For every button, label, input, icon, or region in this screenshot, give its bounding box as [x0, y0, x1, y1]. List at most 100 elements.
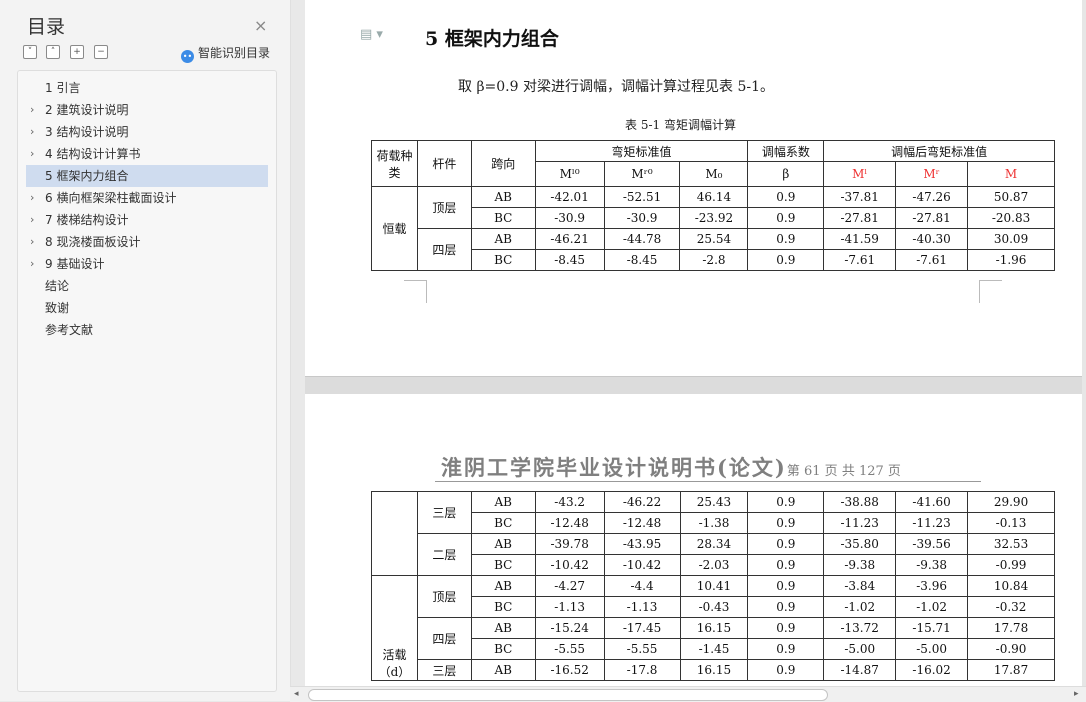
- table-row: BC -30.9 -30.9 -23.92 0.9 -27.81 -27.81 -20.83: [372, 207, 1055, 229]
- span-cell: AB: [470, 491, 536, 513]
- moment-table: 荷载种类 杆件 跨向 弯矩标准值 调幅系数 调幅后弯矩标准值 Mˡ⁰ Mʳ⁰ M₀ β Mˡ Mʳ M 恒…: [371, 140, 1055, 271]
- table-cell: 0.9: [747, 228, 825, 250]
- table-cell: -4.4: [603, 575, 681, 597]
- toc-item[interactable]: › 8 现浇楼面板设计: [26, 231, 268, 253]
- load-type-cell: [371, 491, 418, 576]
- toc-item[interactable]: 1 引言: [26, 77, 268, 99]
- table-cell: 0.9: [747, 491, 825, 513]
- toc-item-label: 5 框架内力组合: [45, 169, 129, 183]
- horizontal-scrollbar[interactable]: ◂ ▸: [290, 686, 1086, 702]
- chevron-right-icon[interactable]: ›: [30, 231, 34, 253]
- table-cell: -20.83: [967, 207, 1055, 229]
- toc-item-label: 3 结构设计说明: [45, 125, 129, 139]
- table-row: 四层 AB -15.24 -17.45 16.15 0.9 -13.72 -15.71 17.7…: [372, 617, 1055, 660]
- add-entry-icon[interactable]: +: [70, 45, 84, 59]
- toc-item-label: 9 基础设计: [45, 257, 105, 271]
- toc-sidebar: 目录 × ˅ ˄ + − •• 智能识别目录 1 引言 › 2 建筑设计说明 › 3 结构…: [0, 0, 291, 701]
- member-cell: 三层: [416, 659, 472, 681]
- column-header: 荷载种类: [371, 140, 418, 187]
- table-row: 三层 AB -16.52 -17.8 16.15 0.9 -14.87 -16.02 17.87: [372, 659, 1055, 681]
- table-cell: -1.02: [823, 596, 897, 618]
- chevron-right-icon[interactable]: ›: [30, 121, 34, 143]
- page-header: 淮阴工学院毕业设计说明书(论文)第 61 页 共 127 页: [441, 452, 901, 482]
- table-cell: 10.41: [679, 575, 749, 597]
- table-cell: -23.92: [679, 207, 749, 229]
- scrollbar-thumb[interactable]: [308, 689, 828, 701]
- scroll-right-icon[interactable]: ▸: [1074, 687, 1079, 702]
- vertical-scrollbar[interactable]: [1082, 0, 1086, 686]
- column-header: 弯矩标准值: [534, 140, 749, 162]
- table-row: BC -10.42 -10.42 -2.03 0.9 -9.38 -9.38 -0.99: [372, 554, 1055, 576]
- chevron-right-icon[interactable]: ›: [30, 99, 34, 121]
- chevron-right-icon[interactable]: ›: [30, 209, 34, 231]
- load-type-cell: 活载（d）: [371, 575, 418, 681]
- toc-item[interactable]: 结论: [26, 275, 268, 297]
- toc-item[interactable]: › 6 横向框架梁柱截面设计: [26, 187, 268, 209]
- table-cell: 16.15: [679, 617, 749, 639]
- table-cell: -17.8: [603, 659, 681, 681]
- column-subheader: β: [747, 161, 825, 187]
- member-cell: 三层: [416, 491, 472, 534]
- table-cell: -1.02: [895, 596, 969, 618]
- toc-item[interactable]: 5 框架内力组合: [26, 165, 268, 187]
- member-cell: 顶层: [416, 186, 472, 229]
- expand-all-icon[interactable]: ˅: [23, 45, 37, 59]
- moment-table-continued: 三层 AB -43.2 -46.22 25.43 0.9 -38.88 -41.60 29.90…: [371, 491, 1055, 681]
- table-cell: 32.53: [967, 533, 1055, 555]
- toc-item[interactable]: › 3 结构设计说明: [26, 121, 268, 143]
- toc-item[interactable]: › 9 基础设计: [26, 253, 268, 275]
- body-paragraph: 取 β=0.9 对梁进行调幅，调幅计算过程见表 5-1。: [458, 79, 774, 95]
- table-cell: -41.59: [823, 228, 897, 250]
- table-cell: -5.55: [603, 638, 681, 660]
- table-cell: 50.87: [967, 186, 1055, 208]
- table-cell: -35.80: [823, 533, 897, 555]
- table-cell: -0.13: [967, 512, 1055, 534]
- table-cell: 0.9: [747, 512, 825, 534]
- collapse-all-icon[interactable]: ˄: [46, 45, 60, 59]
- span-cell: BC: [470, 638, 536, 660]
- column-subheader: Mʳ: [895, 161, 969, 187]
- toc-item[interactable]: › 2 建筑设计说明: [26, 99, 268, 121]
- table-cell: 10.84: [967, 575, 1055, 597]
- table-cell: -15.71: [895, 617, 969, 639]
- chevron-right-icon[interactable]: ›: [30, 253, 34, 275]
- table-cell: -5.55: [534, 638, 605, 660]
- document-page: 淮阴工学院毕业设计说明书(论文)第 61 页 共 127 页 三层 AB -43.2…: [305, 394, 1086, 686]
- table-cell: -13.72: [823, 617, 897, 639]
- table-cell: -39.56: [895, 533, 969, 555]
- table-cell: -43.2: [534, 491, 605, 513]
- table-cell: -1.96: [967, 249, 1055, 271]
- span-cell: AB: [470, 186, 536, 208]
- toc-item-label: 致谢: [45, 301, 70, 315]
- table-cell: -8.45: [603, 249, 681, 271]
- toc-item-label: 6 横向框架梁柱截面设计: [45, 191, 177, 205]
- chevron-right-icon[interactable]: ›: [30, 143, 34, 165]
- document-icon[interactable]: ▤ ▾: [360, 27, 383, 42]
- toc-item-label: 4 结构设计计算书: [45, 147, 141, 161]
- header-rule: [435, 481, 981, 482]
- toc-item[interactable]: › 7 楼梯结构设计: [26, 209, 268, 231]
- toc-item-label: 1 引言: [45, 81, 81, 95]
- toc-item-label: 8 现浇楼面板设计: [45, 235, 141, 249]
- toc-item[interactable]: 致谢: [26, 297, 268, 319]
- scroll-left-icon[interactable]: ◂: [294, 687, 299, 702]
- smart-toc-button[interactable]: •• 智能识别目录: [181, 44, 270, 63]
- table-cell: -16.02: [895, 659, 969, 681]
- table-cell: -14.87: [823, 659, 897, 681]
- close-icon[interactable]: ×: [254, 16, 267, 35]
- table-cell: -9.38: [823, 554, 897, 576]
- table-cell: -0.43: [679, 596, 749, 618]
- toc-item[interactable]: 参考文献: [26, 319, 268, 341]
- column-header: 调幅后弯矩标准值: [823, 140, 1055, 162]
- chevron-right-icon[interactable]: ›: [30, 187, 34, 209]
- column-header: 杆件: [416, 140, 472, 187]
- table-cell: -4.27: [534, 575, 605, 597]
- smart-toc-label: 智能识别目录: [198, 46, 271, 60]
- toc-item[interactable]: › 4 结构设计计算书: [26, 143, 268, 165]
- column-subheader: Mˡ: [823, 161, 897, 187]
- remove-entry-icon[interactable]: −: [94, 45, 108, 59]
- table-cell: -46.22: [603, 491, 681, 513]
- table-row: 恒载 顶层 AB -42.01 -52.51 46.14 0.9 -37.81 -47.26 50…: [371, 186, 1055, 271]
- span-cell: AB: [470, 659, 536, 681]
- table-cell: -7.61: [823, 249, 897, 271]
